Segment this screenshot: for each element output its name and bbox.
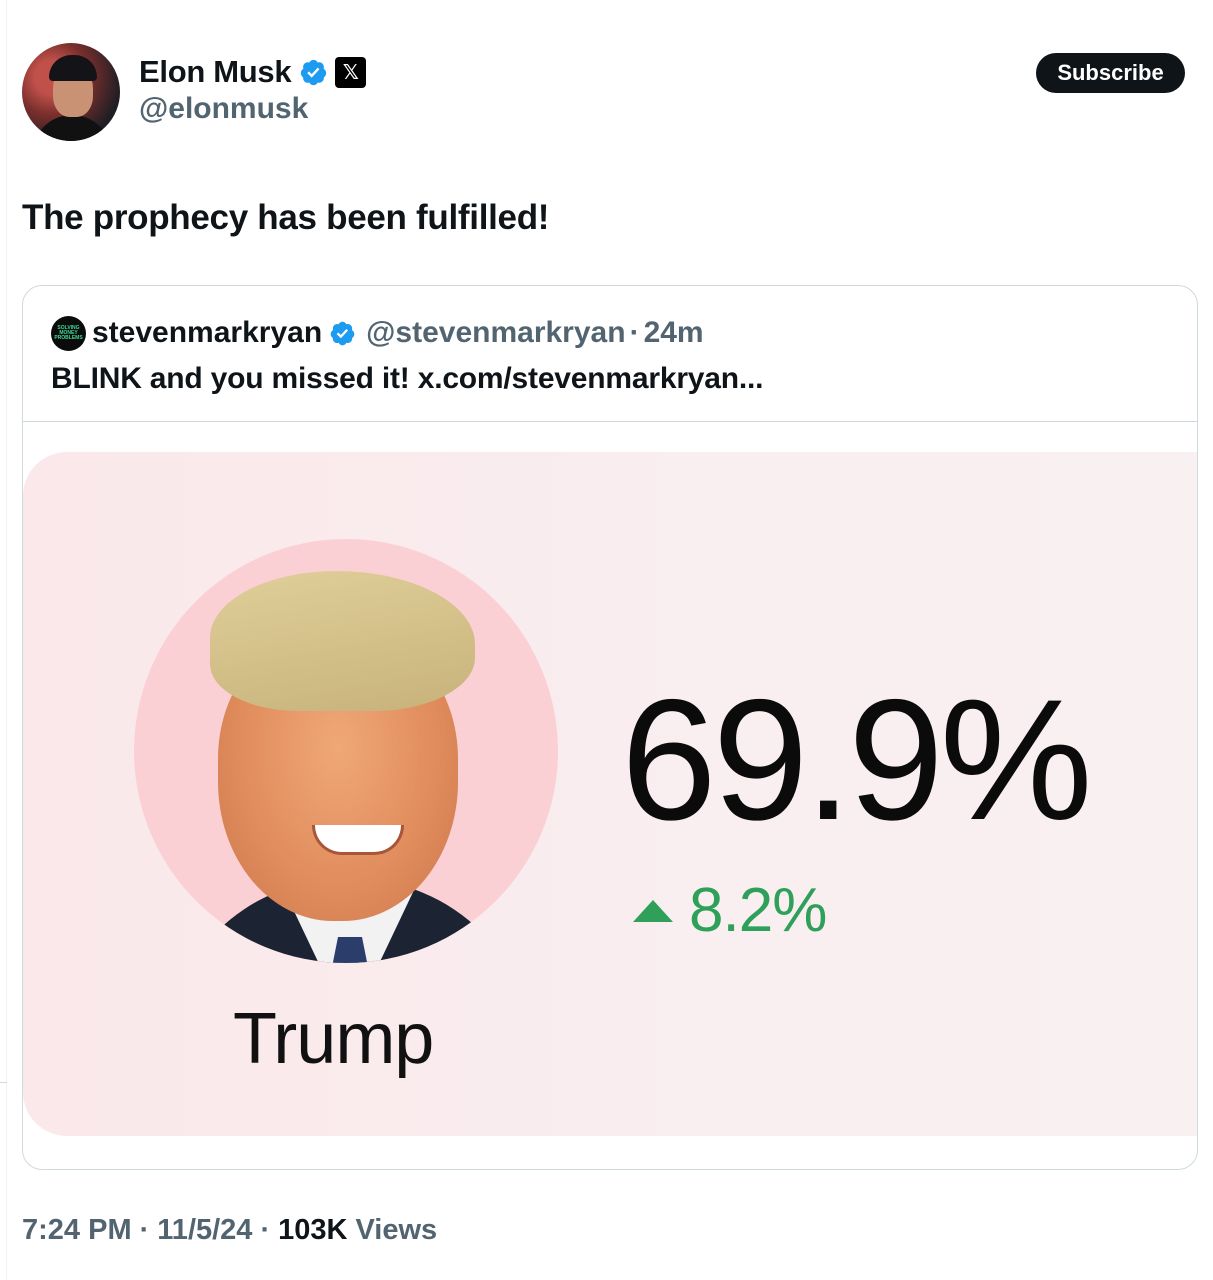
quoted-tweet-card[interactable]: SOLVING MONEY PROBLEMS stevenmarkryan @s… — [22, 285, 1198, 1170]
views-count[interactable]: 103K — [278, 1214, 347, 1247]
candidate-photo — [134, 539, 558, 963]
quoted-author-avatar[interactable]: SOLVING MONEY PROBLEMS — [51, 316, 86, 351]
quoted-display-name[interactable]: stevenmarkryan — [92, 316, 322, 350]
x-logo-icon[interactable]: 𝕏 — [335, 56, 367, 88]
author-name-row: Elon Musk 𝕏 — [139, 52, 367, 92]
quoted-text[interactable]: BLINK and you missed it! x.com/stevenmar… — [51, 362, 763, 396]
quoted-header: stevenmarkryan @stevenmarkryan · 24m — [92, 313, 704, 353]
author-display-name[interactable]: Elon Musk — [139, 54, 292, 90]
separator-dot: · — [139, 1214, 150, 1246]
tweet-meta: 7:24 PM · 11/5/24 · 103K Views — [22, 1214, 437, 1247]
author-handle[interactable]: @elonmusk — [139, 92, 308, 126]
author-avatar[interactable] — [22, 43, 120, 141]
probability-change: 8.2% — [633, 875, 827, 946]
up-arrow-icon — [633, 899, 673, 922]
candidate-name: Trump — [233, 999, 434, 1079]
quoted-media-image[interactable]: Trump 69.9% 8.2% — [23, 452, 1197, 1136]
separator-dot: · — [629, 316, 640, 349]
quoted-timestamp[interactable]: 24m — [644, 316, 704, 350]
quoted-divider — [23, 421, 1197, 422]
verified-badge-icon[interactable] — [299, 58, 328, 87]
views-label: Views — [355, 1214, 438, 1246]
change-value: 8.2% — [689, 876, 827, 945]
win-probability: 69.9% — [621, 664, 1093, 856]
verified-badge-icon — [330, 321, 355, 345]
timeline-tick — [0, 1082, 7, 1083]
tweet-time[interactable]: 7:24 PM — [22, 1214, 132, 1247]
separator-dot: · — [260, 1214, 271, 1246]
quoted-handle[interactable]: @stevenmarkryan — [366, 316, 625, 350]
tweet-detail: Elon Musk 𝕏 @elonmusk Subscribe The prop… — [0, 0, 1213, 1280]
tweet-date[interactable]: 11/5/24 — [157, 1214, 252, 1247]
tweet-text: The prophecy has been fulfilled! — [22, 198, 550, 237]
timeline-border — [6, 0, 7, 1280]
subscribe-button[interactable]: Subscribe — [1036, 53, 1185, 93]
